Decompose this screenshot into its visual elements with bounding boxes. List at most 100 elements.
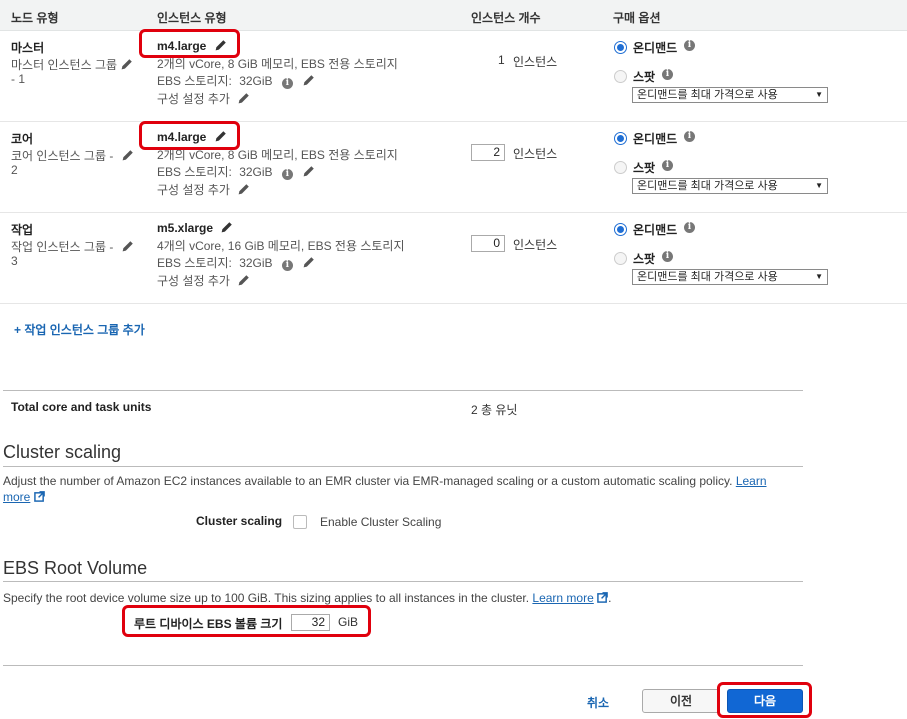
max-price-select[interactable]: 온디맨드를 최대 가격으로 사용 ▼ — [632, 178, 828, 194]
instance-type-text: m5.xlarge — [157, 221, 214, 235]
instance-count-unit: 인스턴스 — [513, 147, 558, 161]
ebs-storage: EBS 스토리지: 32GiB i — [157, 163, 315, 180]
node-name: 마스터 — [11, 41, 45, 55]
highlight-box — [717, 682, 812, 718]
instance-count-input[interactable]: 2 — [471, 144, 505, 161]
instance-type: m5.xlarge — [157, 221, 233, 235]
on-demand-radio[interactable] — [614, 132, 627, 145]
external-link-icon[interactable] — [597, 592, 608, 603]
header-purchase-option: 구매 옵션 — [613, 11, 661, 25]
divider — [3, 581, 803, 582]
group-name-line1: 작업 인스턴스 그룹 - — [11, 238, 134, 255]
add-task-group-link[interactable]: + 작업 인스턴스 그룹 추가 — [14, 321, 145, 338]
ebs-storage: EBS 스토리지: 32GiB i — [157, 254, 315, 271]
on-demand-label: 온디맨드 — [633, 41, 678, 55]
info-icon[interactable]: i — [662, 160, 673, 171]
ebs-label: EBS 스토리지: — [157, 165, 232, 179]
spot-label: 스팟 — [633, 252, 656, 266]
learn-more-line2: more — [3, 490, 45, 504]
node-name: 작업 — [11, 223, 34, 237]
total-units-value: 2 총 유닛 — [471, 403, 518, 417]
on-demand-label: 온디맨드 — [633, 223, 678, 237]
divider — [3, 390, 803, 391]
info-icon[interactable]: i — [662, 69, 673, 80]
select-value: 온디맨드를 최대 가격으로 사용 — [637, 271, 778, 283]
pencil-icon[interactable] — [120, 58, 133, 71]
group-name-text: 작업 인스턴스 그룹 - — [11, 240, 114, 254]
config-settings-label: 구성 설정 추가 — [157, 92, 230, 106]
pencil-icon[interactable] — [121, 240, 134, 253]
dropdown-arrow-icon: ▼ — [815, 90, 823, 99]
instance-count-static: 1 — [498, 53, 505, 67]
cluster-scaling-title: Cluster scaling — [3, 442, 122, 462]
total-units-label: Total core and task units — [11, 400, 152, 414]
ebs-label: EBS 스토리지: — [157, 256, 232, 270]
group-name-line2: 2 — [11, 163, 18, 177]
group-name-line2: 3 — [11, 254, 18, 268]
table-header: 노드 유형 인스턴스 유형 인스턴스 개수 구매 옵션 — [0, 0, 907, 31]
highlight-box — [139, 29, 240, 58]
spot-label: 스팟 — [633, 70, 656, 84]
pencil-icon[interactable] — [237, 92, 250, 105]
cluster-scaling-description: Adjust the number of Amazon EC2 instance… — [3, 474, 767, 488]
cluster-scaling-field-label: Cluster scaling — [196, 514, 283, 528]
learn-more-link[interactable]: more — [3, 490, 30, 504]
info-icon[interactable]: i — [684, 40, 695, 51]
highlight-box — [139, 121, 240, 150]
enable-cluster-scaling-checkbox[interactable] — [293, 515, 307, 529]
enable-cluster-scaling-label: Enable Cluster Scaling — [320, 515, 442, 529]
info-icon[interactable]: i — [684, 222, 695, 233]
ebs-label: EBS 스토리지: — [157, 74, 232, 88]
info-icon[interactable]: i — [662, 251, 673, 262]
pencil-icon[interactable] — [302, 74, 315, 87]
highlight-box — [122, 605, 371, 637]
max-price-select[interactable]: 온디맨드를 최대 가격으로 사용 ▼ — [632, 87, 828, 103]
ebs-value: 32GiB — [239, 165, 273, 179]
pencil-icon[interactable] — [302, 256, 315, 269]
config-settings[interactable]: 구성 설정 추가 — [157, 181, 250, 198]
config-settings-label: 구성 설정 추가 — [157, 274, 230, 288]
config-settings[interactable]: 구성 설정 추가 — [157, 90, 250, 107]
pencil-icon[interactable] — [302, 165, 315, 178]
learn-more-link[interactable]: Learn — [736, 474, 767, 488]
ebs-root-title: EBS Root Volume — [3, 558, 148, 578]
previous-button[interactable]: 이전 — [642, 689, 720, 713]
description-text: Specify the root device volume size up t… — [3, 591, 530, 605]
instance-spec: 4개의 vCore, 16 GiB 메모리, EBS 전용 스토리지 — [157, 239, 405, 253]
on-demand-label: 온디맨드 — [633, 132, 678, 146]
pencil-icon[interactable] — [237, 274, 250, 287]
on-demand-radio[interactable] — [614, 223, 627, 236]
cancel-button[interactable]: 취소 — [587, 694, 609, 711]
spot-label: 스팟 — [633, 161, 656, 175]
config-settings[interactable]: 구성 설정 추가 — [157, 272, 250, 289]
spot-radio[interactable] — [614, 70, 627, 83]
table-row-core: 코어 코어 인스턴스 그룹 - 2 m4.large 2개의 vCore, 8 … — [0, 122, 907, 212]
node-name: 코어 — [11, 132, 34, 146]
info-icon[interactable]: i — [281, 169, 293, 180]
instance-count-input[interactable]: 0 — [471, 235, 505, 252]
divider — [3, 665, 803, 666]
header-instance-type: 인스턴스 유형 — [157, 11, 227, 25]
ebs-value: 32GiB — [239, 256, 273, 270]
group-name-line1: 코어 인스턴스 그룹 - — [11, 147, 134, 164]
on-demand-radio[interactable] — [614, 41, 627, 54]
pencil-icon[interactable] — [237, 183, 250, 196]
info-icon[interactable]: i — [684, 131, 695, 142]
group-name-line2: - 1 — [11, 72, 26, 86]
spot-radio[interactable] — [614, 252, 627, 265]
table-row-task: 작업 작업 인스턴스 그룹 - 3 m5.xlarge 4개의 vCore, 1… — [0, 213, 907, 303]
spot-radio[interactable] — [614, 161, 627, 174]
group-name-line1: 마스터 인스턴스 그룹 — [11, 56, 133, 73]
max-price-select[interactable]: 온디맨드를 최대 가격으로 사용 ▼ — [632, 269, 828, 285]
pencil-icon[interactable] — [220, 221, 233, 234]
external-link-icon[interactable] — [33, 491, 45, 502]
select-value: 온디맨드를 최대 가격으로 사용 — [637, 89, 778, 101]
info-icon[interactable]: i — [281, 78, 293, 89]
learn-more-link[interactable]: Learn more — [532, 591, 593, 605]
instance-count-unit: 인스턴스 — [513, 238, 558, 252]
pencil-icon[interactable] — [121, 149, 134, 162]
select-value: 온디맨드를 최대 가격으로 사용 — [637, 180, 778, 192]
group-name-text: 코어 인스턴스 그룹 - — [11, 149, 114, 163]
info-icon[interactable]: i — [281, 260, 293, 271]
dropdown-arrow-icon: ▼ — [815, 272, 823, 281]
